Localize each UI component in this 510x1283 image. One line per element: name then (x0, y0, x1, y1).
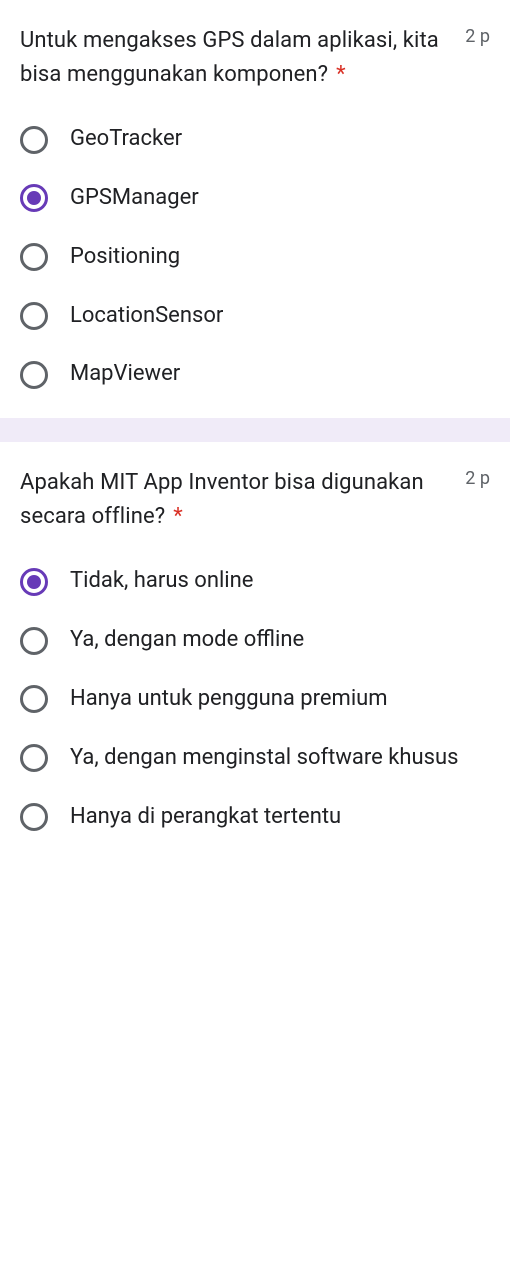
radio-icon (20, 803, 48, 831)
option-gpsmanager[interactable]: GPSManager (20, 183, 490, 214)
option-ya-offline[interactable]: Ya, dengan mode offline (20, 625, 490, 656)
option-label: LocationSensor (70, 301, 223, 332)
option-label: GPSManager (70, 183, 199, 214)
question-card-2: Apakah MIT App Inventor bisa digunakan s… (0, 442, 510, 860)
option-label: GeoTracker (70, 124, 182, 155)
option-label: Positioning (70, 242, 180, 273)
option-locationsensor[interactable]: LocationSensor (20, 301, 490, 332)
option-label: Ya, dengan mode offline (70, 625, 304, 656)
radio-icon (20, 302, 48, 330)
options-list: Tidak, harus online Ya, dengan mode offl… (20, 566, 490, 832)
option-label: Hanya di perangkat tertentu (70, 802, 341, 833)
option-geotracker[interactable]: GeoTracker (20, 124, 490, 155)
radio-icon (20, 184, 48, 212)
option-perangkat-tertentu[interactable]: Hanya di perangkat tertentu (20, 802, 490, 833)
radio-icon (20, 685, 48, 713)
card-divider (0, 418, 510, 442)
option-tidak-online[interactable]: Tidak, harus online (20, 566, 490, 597)
points-label: 2 p (465, 466, 490, 489)
radio-icon (20, 627, 48, 655)
option-label: Tidak, harus online (70, 566, 253, 597)
required-indicator: * (336, 62, 345, 87)
question-header: Untuk mengakses GPS dalam aplikasi, kita… (20, 24, 490, 92)
radio-icon (20, 361, 48, 389)
question-header: Apakah MIT App Inventor bisa digunakan s… (20, 466, 490, 534)
radio-icon (20, 568, 48, 596)
option-label: MapViewer (70, 359, 180, 390)
question-card-1: Untuk mengakses GPS dalam aplikasi, kita… (0, 0, 510, 418)
radio-icon (20, 126, 48, 154)
points-label: 2 p (465, 24, 490, 47)
question-text-wrap: Untuk mengakses GPS dalam aplikasi, kita… (20, 24, 457, 92)
question-text-wrap: Apakah MIT App Inventor bisa digunakan s… (20, 466, 457, 534)
option-premium[interactable]: Hanya untuk pengguna premium (20, 684, 490, 715)
option-positioning[interactable]: Positioning (20, 242, 490, 273)
option-mapviewer[interactable]: MapViewer (20, 359, 490, 390)
question-text: Untuk mengakses GPS dalam aplikasi, kita… (20, 28, 439, 87)
radio-icon (20, 243, 48, 271)
radio-icon (20, 744, 48, 772)
question-text: Apakah MIT App Inventor bisa digunakan s… (20, 470, 424, 529)
option-label: Hanya untuk pengguna premium (70, 684, 388, 715)
options-list: GeoTracker GPSManager Positioning Locati… (20, 124, 490, 390)
required-indicator: * (173, 504, 182, 529)
option-label: Ya, dengan menginstal software khusus (70, 743, 458, 774)
option-software-khusus[interactable]: Ya, dengan menginstal software khusus (20, 743, 490, 774)
